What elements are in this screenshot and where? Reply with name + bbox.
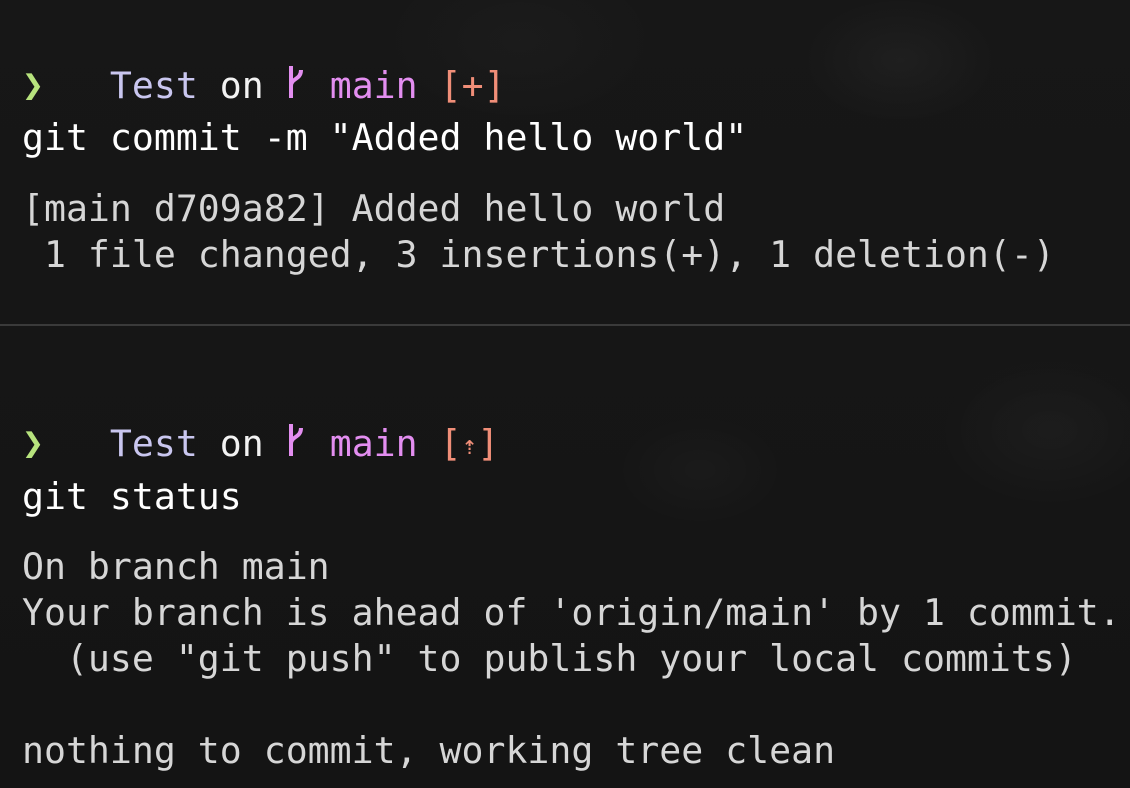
command-line[interactable]: git commit -m "Added hello world" — [22, 115, 747, 161]
prompt-branch: main — [329, 422, 418, 465]
prompt-char-icon: ❯ — [22, 63, 44, 106]
prompt-directory: Test — [109, 422, 198, 465]
prompt-branch: main — [329, 64, 418, 107]
output-line: On branch main — [22, 545, 330, 588]
prompt-directory: Test — [109, 64, 198, 107]
output-line: nothing to commit, working tree clean — [22, 729, 836, 772]
git-staged-symbol: + — [461, 64, 484, 107]
git-branch-icon — [286, 64, 308, 100]
output-line: 1 file changed, 3 insertions(+), 1 delet… — [22, 233, 1055, 276]
prompt-on-label: on — [219, 422, 264, 465]
prompt-line: Test on main [⇡] — [22, 374, 499, 465]
output-line: [main d709a82] Added hello world — [22, 187, 726, 230]
ahead-arrow-icon: ⇡ — [461, 431, 478, 461]
terminal-window[interactable]: Test on main [+] ❯ git commit -m "Added … — [0, 0, 1130, 788]
prompt-line: Test on main [+] — [22, 16, 506, 107]
prompt-char-icon: ❯ — [22, 421, 44, 464]
command-line[interactable]: git status — [22, 474, 242, 520]
git-status-indicator: [⇡] — [440, 422, 500, 465]
git-status-indicator: [+] — [439, 64, 506, 107]
git-branch-icon — [286, 422, 308, 458]
output-line: (use "git push" to publish your local co… — [22, 637, 1077, 680]
output-line: Your branch is ahead of 'origin/main' by… — [22, 591, 1121, 634]
prompt-on-label: on — [219, 64, 264, 107]
block-divider — [0, 324, 1130, 326]
